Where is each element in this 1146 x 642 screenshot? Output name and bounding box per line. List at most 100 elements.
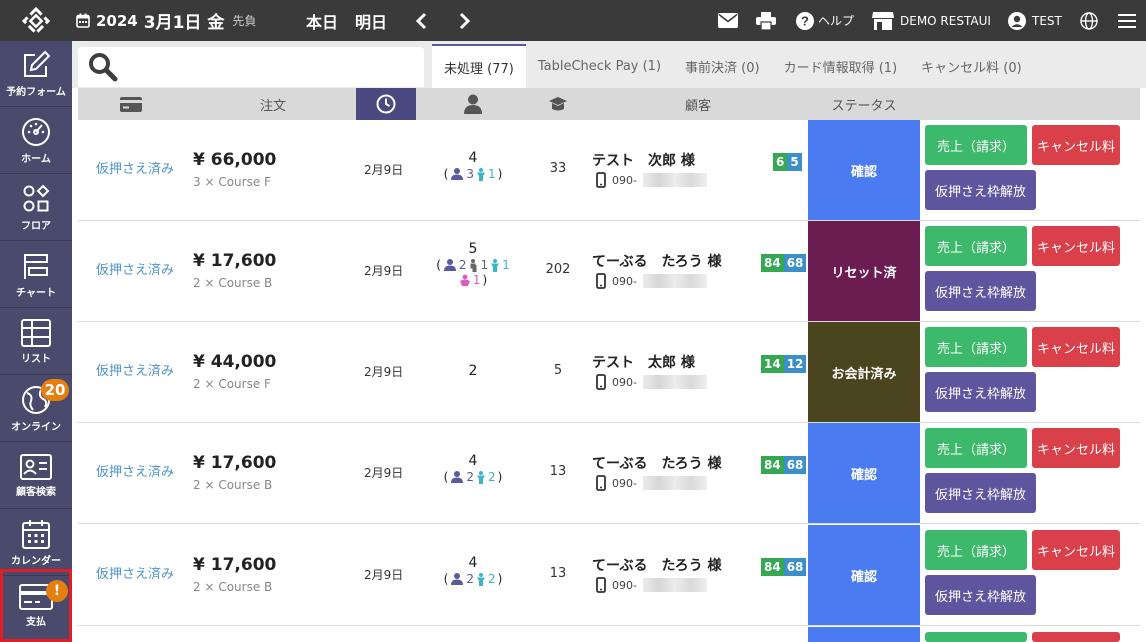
chevron-left-icon: [415, 12, 427, 30]
status-badge[interactable]: 確認: [808, 120, 920, 220]
sidebar-item-list[interactable]: リスト: [0, 309, 72, 375]
cancel-fee-button[interactable]: [1032, 632, 1120, 642]
table-row[interactable]: 仮押さえ済み ¥ 17,600 2 × Course B 2月9日 4 (2 2)…: [78, 525, 1140, 626]
table-row[interactable]: 仮押さえ済み ¥ 66,000 3 × Course F 2月9日 4 (3 1)…: [78, 120, 1140, 221]
restaurant-selector[interactable]: DEMO RESTAUI: [872, 0, 991, 41]
phone-prefix: 090-: [612, 375, 637, 389]
customer-phone: 090-: [596, 273, 707, 289]
booking-count-badge: 5: [787, 153, 802, 171]
customer-name[interactable]: てーぶる たろう 様: [592, 453, 721, 473]
cancel-fee-button[interactable]: キャンセル料: [1032, 327, 1120, 367]
party-total: 4: [468, 453, 478, 469]
sidebar-item-label: 支払: [26, 616, 46, 628]
status-badge[interactable]: 確認: [808, 423, 920, 523]
sidebar-item-customer-search[interactable]: 顧客検索: [0, 443, 72, 509]
charge-button[interactable]: 売上（請求）: [925, 125, 1027, 165]
sidebar-item-online[interactable]: オンライン 20: [0, 376, 72, 442]
globe-icon: [1080, 11, 1098, 30]
customer-name[interactable]: てーぶる たろう 様: [592, 555, 721, 575]
release-hold-button[interactable]: 仮押さえ枠解放: [925, 170, 1036, 210]
app-logo-icon[interactable]: [18, 0, 54, 41]
sidebar-item-label: ホーム: [21, 153, 51, 165]
order-course: 2 × Course F: [193, 377, 271, 391]
table-row[interactable]: 仮押さえ済み ¥ 44,000 2 × Course F 2月9日 2 5 テス…: [78, 322, 1140, 423]
table-number: 33: [549, 161, 567, 176]
customer-name[interactable]: テスト 太郎 様: [592, 352, 695, 372]
sidebar-item-home[interactable]: ホーム: [0, 108, 72, 174]
table-row[interactable]: [78, 627, 1140, 642]
release-hold-button[interactable]: 仮押さえ枠解放: [925, 473, 1036, 513]
status-badge[interactable]: [808, 627, 920, 642]
help-button[interactable]: ? ヘルプ: [796, 0, 854, 41]
cancel-fee-button[interactable]: キャンセル料: [1032, 125, 1120, 165]
charge-button[interactable]: 売上（請求）: [925, 327, 1027, 367]
tab-unprocessed[interactable]: 未処理 (77): [432, 44, 526, 88]
adult-count: 2: [458, 258, 467, 272]
store-icon: [872, 11, 894, 30]
release-hold-button[interactable]: 仮押さえ枠解放: [925, 372, 1036, 412]
charge-button[interactable]: [925, 632, 1027, 642]
release-hold-button[interactable]: 仮押さえ枠解放: [925, 575, 1036, 615]
charge-button[interactable]: 売上（請求）: [925, 530, 1027, 570]
column-party-size[interactable]: [428, 88, 518, 120]
table-row[interactable]: 仮押さえ済み ¥ 17,600 2 × Course B 2月9日 4 (2 2)…: [78, 423, 1140, 524]
print-button[interactable]: [756, 0, 776, 41]
charge-button[interactable]: 売上（請求）: [925, 428, 1027, 468]
reservation-status-link[interactable]: 仮押さえ済み: [96, 158, 174, 177]
sidebar-item-chart[interactable]: チャート: [0, 242, 72, 308]
customer-name[interactable]: テスト 次郎 様: [592, 150, 695, 170]
charge-button[interactable]: 売上（請求）: [925, 226, 1027, 266]
status-badge[interactable]: お会計済み: [808, 322, 920, 422]
mail-button[interactable]: [718, 0, 738, 41]
cancel-fee-button[interactable]: キャンセル料: [1032, 226, 1120, 266]
status-badge[interactable]: 確認: [808, 525, 920, 625]
party-size: 2: [428, 363, 518, 379]
senior-count: 1: [480, 258, 489, 272]
column-customer[interactable]: 顧客: [638, 88, 758, 120]
user-menu[interactable]: TEST: [1008, 0, 1062, 41]
today-button[interactable]: 本日: [306, 0, 338, 41]
date-year: 2024: [96, 11, 138, 30]
child-count: 1: [488, 167, 496, 181]
calendar-icon: [22, 519, 50, 549]
sidebar-item-payment[interactable]: 支払 !: [0, 569, 72, 642]
reservation-status-link[interactable]: 仮押さえ済み: [96, 563, 174, 582]
sidebar-item-label: 予約フォーム: [6, 86, 66, 98]
search-box[interactable]: [78, 47, 424, 87]
next-day-button[interactable]: [456, 0, 474, 41]
reservation-status-link[interactable]: 仮押さえ済み: [96, 461, 174, 480]
date-picker[interactable]: 2024 3月1日 金 先負: [76, 0, 256, 41]
table-row[interactable]: 仮押さえ済み ¥ 17,600 2 × Course B 2月9日 5 (2 1 1…: [78, 221, 1140, 322]
mobile-phone-icon: [596, 374, 606, 390]
column-time[interactable]: [356, 88, 416, 120]
cancel-fee-button[interactable]: キャンセル料: [1032, 530, 1120, 570]
tab-cancel-fee[interactable]: キャンセル料 (0): [909, 44, 1034, 88]
tab-tablecheck-pay[interactable]: TableCheck Pay (1): [526, 44, 673, 88]
column-table[interactable]: [538, 88, 578, 120]
tab-card-info[interactable]: カード情報取得 (1): [772, 44, 910, 88]
reservation-date: 2月9日: [364, 264, 404, 278]
sidebar-item-reservation-form[interactable]: 予約フォーム: [0, 41, 72, 107]
tomorrow-button[interactable]: 明日: [355, 0, 387, 41]
column-status[interactable]: ステータス: [808, 88, 920, 120]
status-badge[interactable]: リセット済: [808, 221, 920, 321]
date-rokuyo: 先負: [232, 14, 257, 28]
tab-prepayment[interactable]: 事前決済 (0): [673, 44, 772, 88]
table-number: 13: [549, 464, 567, 479]
payment-alert-badge: !: [46, 580, 68, 602]
column-payment[interactable]: [78, 88, 183, 120]
sidebar-item-floor[interactable]: フロア: [0, 175, 72, 241]
cancel-fee-button[interactable]: キャンセル料: [1032, 428, 1120, 468]
phone-redacted: [642, 375, 707, 389]
order-course: 2 × Course B: [193, 478, 273, 492]
phone-prefix: 090-: [612, 274, 637, 288]
column-order[interactable]: 注文: [183, 88, 363, 120]
release-hold-button[interactable]: 仮押さえ枠解放: [925, 271, 1036, 311]
reservation-status-link[interactable]: 仮押さえ済み: [96, 360, 174, 379]
prev-day-button[interactable]: [412, 0, 430, 41]
language-button[interactable]: [1080, 0, 1098, 41]
hamburger-menu-button[interactable]: [1118, 0, 1136, 41]
customer-name[interactable]: てーぶる たろう 様: [592, 251, 721, 271]
sidebar-item-calendar[interactable]: カレンダー: [0, 510, 72, 576]
reservation-status-link[interactable]: 仮押さえ済み: [96, 259, 174, 278]
